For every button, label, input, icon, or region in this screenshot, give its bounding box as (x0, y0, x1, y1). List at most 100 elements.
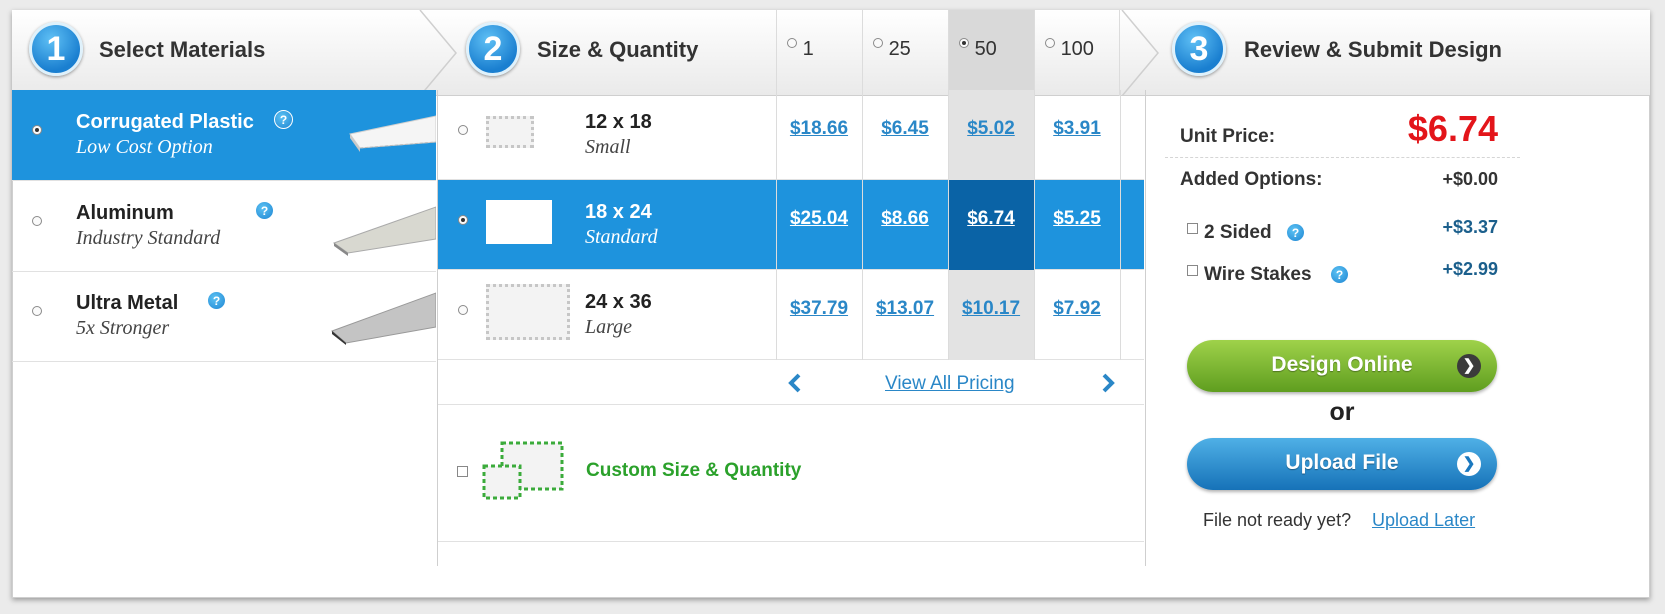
upload-later-link[interactable]: Upload Later (1372, 510, 1475, 531)
divider (438, 541, 1144, 542)
custom-size-icon (482, 441, 564, 500)
price-link[interactable]: $8.66 (862, 208, 948, 230)
qty-label: 50 (974, 38, 997, 60)
price-link[interactable]: $18.66 (776, 118, 862, 140)
material-radio-icon[interactable] (32, 306, 42, 316)
custom-size-checkbox[interactable] (457, 466, 468, 477)
added-options-label: Added Options: (1180, 169, 1323, 190)
step-1-badge: 1 (29, 22, 83, 76)
material-name: Aluminum (76, 202, 174, 224)
step-divider-chevron-icon (1121, 10, 1159, 96)
size-label: Small (585, 136, 631, 158)
chevron-right-icon[interactable] (1100, 372, 1116, 394)
price-link-selected[interactable]: $6.74 (948, 208, 1034, 230)
qty-label: 25 (888, 38, 911, 60)
wire-stakes-checkbox[interactable] (1187, 265, 1198, 276)
upload-file-label: Upload File (1285, 451, 1399, 474)
size-label: Standard (585, 226, 658, 248)
price-link[interactable]: $7.92 (1034, 298, 1120, 320)
qty-radio-icon[interactable] (1045, 38, 1055, 48)
step-1-title: Select Materials (99, 37, 266, 62)
two-sided-checkbox[interactable] (1187, 223, 1198, 234)
file-not-ready-text: File not ready yet? (1203, 510, 1352, 530)
ultra-metal-sample-icon (331, 292, 436, 345)
size-radio-icon[interactable] (458, 215, 468, 225)
price-link[interactable]: $5.25 (1034, 208, 1120, 230)
material-subtitle: Low Cost Option (76, 136, 213, 158)
material-option-aluminum[interactable]: Aluminum ? Industry Standard (12, 181, 436, 272)
price-link[interactable]: $6.45 (862, 118, 948, 140)
size-thumbnail-icon (486, 284, 570, 340)
unit-price-value: $6.74 (1407, 108, 1498, 149)
size-row-small[interactable]: 12 x 18 Small $18.66 $6.45 $5.02 $3.91 (438, 90, 1144, 180)
aluminum-sample-icon (332, 206, 436, 256)
qty-option-25[interactable]: 25 (862, 10, 948, 96)
help-icon[interactable]: ? (207, 291, 226, 310)
step-2-title: Size & Quantity (537, 37, 699, 62)
added-options-value: +$0.00 (1442, 169, 1498, 189)
size-row-large[interactable]: 24 x 36 Large $37.79 $13.07 $10.17 $7.92 (438, 270, 1144, 360)
qty-label: 1 (802, 38, 814, 60)
divider (438, 404, 1144, 405)
view-all-pricing-link[interactable]: View All Pricing (885, 373, 1015, 395)
step-2-badge: 2 (466, 22, 520, 76)
unit-price-label: Unit Price: (1180, 126, 1276, 147)
qty-radio-icon[interactable] (787, 38, 797, 48)
material-radio-icon[interactable] (32, 125, 42, 135)
qty-label: 100 (1060, 38, 1094, 60)
price-link[interactable]: $13.07 (862, 298, 948, 320)
or-separator: or (1329, 398, 1355, 426)
size-thumbnail-icon (486, 200, 552, 244)
qty-option-100[interactable]: 100 (1034, 10, 1120, 96)
design-online-label: Design Online (1271, 353, 1413, 376)
material-subtitle: 5x Stronger (76, 317, 170, 339)
size-thumbnail-icon (486, 116, 534, 148)
material-subtitle: Industry Standard (76, 227, 221, 249)
price-column-divider (948, 90, 949, 360)
material-option-corrugated-plastic[interactable]: Corrugated Plastic ? Low Cost Option (12, 90, 436, 181)
divider (1165, 157, 1520, 158)
corrugated-plastic-sample-icon (349, 115, 436, 152)
size-name: 18 x 24 (585, 201, 652, 223)
wire-stakes-price: +$2.99 (1442, 259, 1498, 279)
size-row-standard[interactable]: 18 x 24 Standard $25.04 $8.66 $6.74 $5.2… (438, 180, 1144, 270)
chevron-left-icon[interactable] (787, 372, 803, 394)
help-icon[interactable]: ? (1330, 265, 1349, 284)
material-radio-icon[interactable] (32, 216, 42, 226)
two-sided-price: +$3.37 (1442, 217, 1498, 237)
help-icon[interactable]: ? (255, 201, 274, 220)
price-column-divider (776, 90, 777, 360)
qty-option-1[interactable]: 1 (776, 10, 862, 96)
price-column-divider (862, 90, 863, 360)
price-link[interactable]: $25.04 (776, 208, 862, 230)
help-icon[interactable]: ? (274, 110, 293, 129)
qty-radio-icon[interactable] (873, 38, 883, 48)
step-3-title: Review & Submit Design (1244, 37, 1502, 62)
design-online-button[interactable]: Design Online ❯ (1187, 340, 1497, 392)
size-name: 12 x 18 (585, 111, 652, 133)
qty-radio-icon[interactable] (959, 38, 969, 48)
size-radio-icon[interactable] (458, 305, 468, 315)
price-column-divider (1034, 90, 1035, 360)
price-link[interactable]: $37.79 (776, 298, 862, 320)
price-link[interactable]: $5.02 (948, 118, 1034, 140)
step-3-badge: 3 (1172, 22, 1226, 76)
arrow-right-icon: ❯ (1457, 354, 1481, 378)
upload-file-button[interactable]: Upload File ❯ (1187, 438, 1497, 490)
size-radio-icon[interactable] (458, 125, 468, 135)
size-label: Large (585, 316, 633, 338)
qty-option-50[interactable]: 50 (948, 10, 1034, 96)
material-name: Ultra Metal (76, 292, 179, 314)
custom-size-label[interactable]: Custom Size & Quantity (586, 460, 801, 482)
column-divider (1145, 90, 1146, 566)
price-link[interactable]: $3.91 (1034, 118, 1120, 140)
size-name: 24 x 36 (585, 291, 652, 313)
material-option-ultra-metal[interactable]: Ultra Metal ? 5x Stronger (12, 271, 436, 362)
step-divider-chevron-icon (419, 10, 457, 96)
price-column-divider (1120, 90, 1121, 360)
price-link[interactable]: $10.17 (948, 298, 1034, 320)
wire-stakes-label: Wire Stakes (1204, 264, 1312, 285)
material-name: Corrugated Plastic (76, 111, 254, 133)
help-icon[interactable]: ? (1286, 223, 1305, 242)
arrow-right-icon: ❯ (1457, 452, 1481, 476)
